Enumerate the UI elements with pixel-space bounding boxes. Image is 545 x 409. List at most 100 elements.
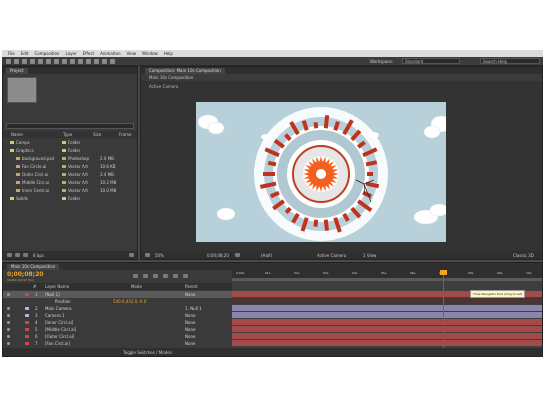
frame-blending-icon[interactable] (163, 274, 168, 278)
position-value[interactable]: 540.0,432.0,-0.0 (113, 298, 146, 305)
col-number[interactable]: # (33, 283, 36, 290)
new-folder-icon[interactable] (15, 253, 20, 257)
menu-file[interactable]: File (8, 51, 15, 56)
type-tool-icon[interactable] (70, 59, 75, 64)
comp-nav-tab[interactable]: Main 10s Composition (149, 75, 193, 80)
menu-view[interactable]: View (127, 51, 137, 56)
brush-tool-icon[interactable] (78, 59, 83, 64)
label-swatch[interactable] (62, 189, 66, 192)
puppet-pin-tool-icon[interactable] (110, 59, 115, 64)
composition-canvas[interactable] (196, 102, 446, 242)
clone-stamp-tool-icon[interactable] (86, 59, 91, 64)
time-graph[interactable]: 0;00s01s02s03s04s05s06s07s08s09s10s Time… (232, 270, 542, 350)
label-swatch[interactable] (62, 173, 66, 176)
draft-3d-icon[interactable] (143, 274, 148, 278)
visibility-eye-icon[interactable] (7, 293, 10, 296)
zoom-select[interactable]: 50% (155, 253, 164, 258)
parent-select[interactable]: None (185, 319, 195, 326)
zoom-tool-icon[interactable] (22, 59, 27, 64)
layer-duration-bar[interactable] (232, 333, 542, 339)
label-swatch[interactable] (25, 307, 29, 310)
layer-name[interactable]: [Null 1] (45, 291, 60, 298)
parent-select[interactable]: None (185, 340, 195, 347)
layer-row[interactable]: 4 [Inner Circl.ai] None (3, 319, 232, 326)
layer-name[interactable]: [Middle Circl.ai] (45, 326, 76, 333)
property-row[interactable]: Position 540.0,432.0,-0.0 (3, 298, 232, 305)
layer-name[interactable]: Main Camera (45, 305, 72, 312)
parent-select[interactable]: 1. Null 1 (185, 305, 202, 312)
eraser-tool-icon[interactable] (94, 59, 99, 64)
label-swatch[interactable] (25, 342, 29, 345)
col-parent[interactable]: Parent (185, 283, 198, 290)
project-item[interactable]: Comps Folder (6, 139, 136, 146)
layer-name[interactable]: Camera 1 (45, 312, 65, 319)
parent-select[interactable]: None (185, 291, 195, 298)
label-swatch[interactable] (62, 141, 66, 144)
pan-behind-tool-icon[interactable] (46, 59, 51, 64)
layer-row[interactable]: 6 [Outer Circl.ai] None (3, 333, 232, 340)
rectangle-tool-icon[interactable] (54, 59, 59, 64)
label-swatch[interactable] (62, 149, 66, 152)
layer-duration-bar[interactable] (232, 298, 542, 304)
new-composition-icon[interactable] (23, 253, 28, 257)
view-layout-select[interactable]: 1 View (363, 253, 376, 258)
visibility-eye-icon[interactable] (7, 342, 10, 345)
menu-help[interactable]: Help (164, 51, 173, 56)
search-help-input[interactable]: Search Help (480, 58, 540, 64)
label-swatch[interactable] (25, 293, 29, 296)
layer-row[interactable]: 5 [Middle Circl.ai] None (3, 326, 232, 333)
parent-select[interactable]: None (185, 333, 195, 340)
comp-mini-flowchart-icon[interactable] (133, 274, 138, 278)
roto-brush-tool-icon[interactable] (102, 59, 107, 64)
layer-duration-bar[interactable] (232, 312, 542, 318)
visibility-eye-icon[interactable] (7, 328, 10, 331)
work-area-bar[interactable] (232, 278, 542, 281)
menu-edit[interactable]: Edit (21, 51, 29, 56)
layer-row[interactable]: 3 Camera 1 None (3, 312, 232, 319)
project-item[interactable]: Inner Centr.ai Vector Art 10.0 MB (6, 187, 136, 194)
menu-layer[interactable]: Layer (65, 51, 76, 56)
toggle-switches-modes[interactable]: Toggle Switches / Modes (123, 350, 172, 355)
project-item[interactable]: background.psd Photoshop 2.0 MB (6, 155, 136, 162)
motion-blur-icon[interactable] (173, 274, 178, 278)
selection-tool-icon[interactable] (6, 59, 11, 64)
rotate-tool-icon[interactable] (30, 59, 35, 64)
col-layer-name[interactable]: Layer Name (45, 283, 69, 290)
pen-tool-icon[interactable] (62, 59, 67, 64)
col-mode[interactable]: Mode (131, 283, 142, 290)
label-swatch[interactable] (25, 335, 29, 338)
hand-tool-icon[interactable] (14, 59, 19, 64)
workspace-select[interactable]: Standard (402, 58, 460, 64)
layer-duration-bar[interactable] (232, 305, 542, 311)
project-item[interactable]: Fan Circle.ai Vector Art 10.6 KB (6, 163, 136, 170)
label-swatch[interactable] (62, 181, 66, 184)
label-swatch[interactable] (25, 321, 29, 324)
always-preview-icon[interactable] (145, 253, 150, 257)
col-name[interactable]: Name (11, 131, 23, 138)
shy-layers-icon[interactable] (153, 274, 158, 278)
label-swatch[interactable] (62, 165, 66, 168)
tab-project[interactable]: Project (6, 68, 28, 74)
col-size[interactable]: Size (93, 131, 101, 138)
resolution-select[interactable]: (Half) (261, 253, 272, 258)
layer-name[interactable]: [Inner Circl.ai] (45, 319, 73, 326)
graph-editor-icon[interactable] (183, 274, 188, 278)
layer-row[interactable]: 2 Main Camera 1. Null 1 (3, 305, 232, 312)
camera-view-select[interactable]: Active Camera (317, 253, 346, 258)
col-frame[interactable]: Frame (119, 131, 131, 138)
project-item[interactable]: Middle Circ.ai Vector Art 10.2 MB (6, 179, 136, 186)
viewer-timecode[interactable]: 0;00;08;20 (207, 253, 229, 258)
layer-duration-bar[interactable] (232, 319, 542, 325)
project-item[interactable]: Solids Folder (6, 195, 136, 202)
menu-animation[interactable]: Animation (100, 51, 120, 56)
visibility-eye-icon[interactable] (7, 335, 10, 338)
layer-name[interactable]: Position (55, 298, 71, 305)
layer-row[interactable]: 7 [Fan Circl.ai] None (3, 340, 232, 347)
project-item[interactable]: Graphics Folder (6, 147, 136, 154)
menu-composition[interactable]: Composition (34, 51, 59, 56)
visibility-eye-icon[interactable] (7, 321, 10, 324)
playhead[interactable] (443, 270, 444, 350)
label-swatch[interactable] (62, 157, 66, 160)
menu-effect[interactable]: Effect (83, 51, 95, 56)
camera-orbit-tool-icon[interactable] (38, 59, 43, 64)
